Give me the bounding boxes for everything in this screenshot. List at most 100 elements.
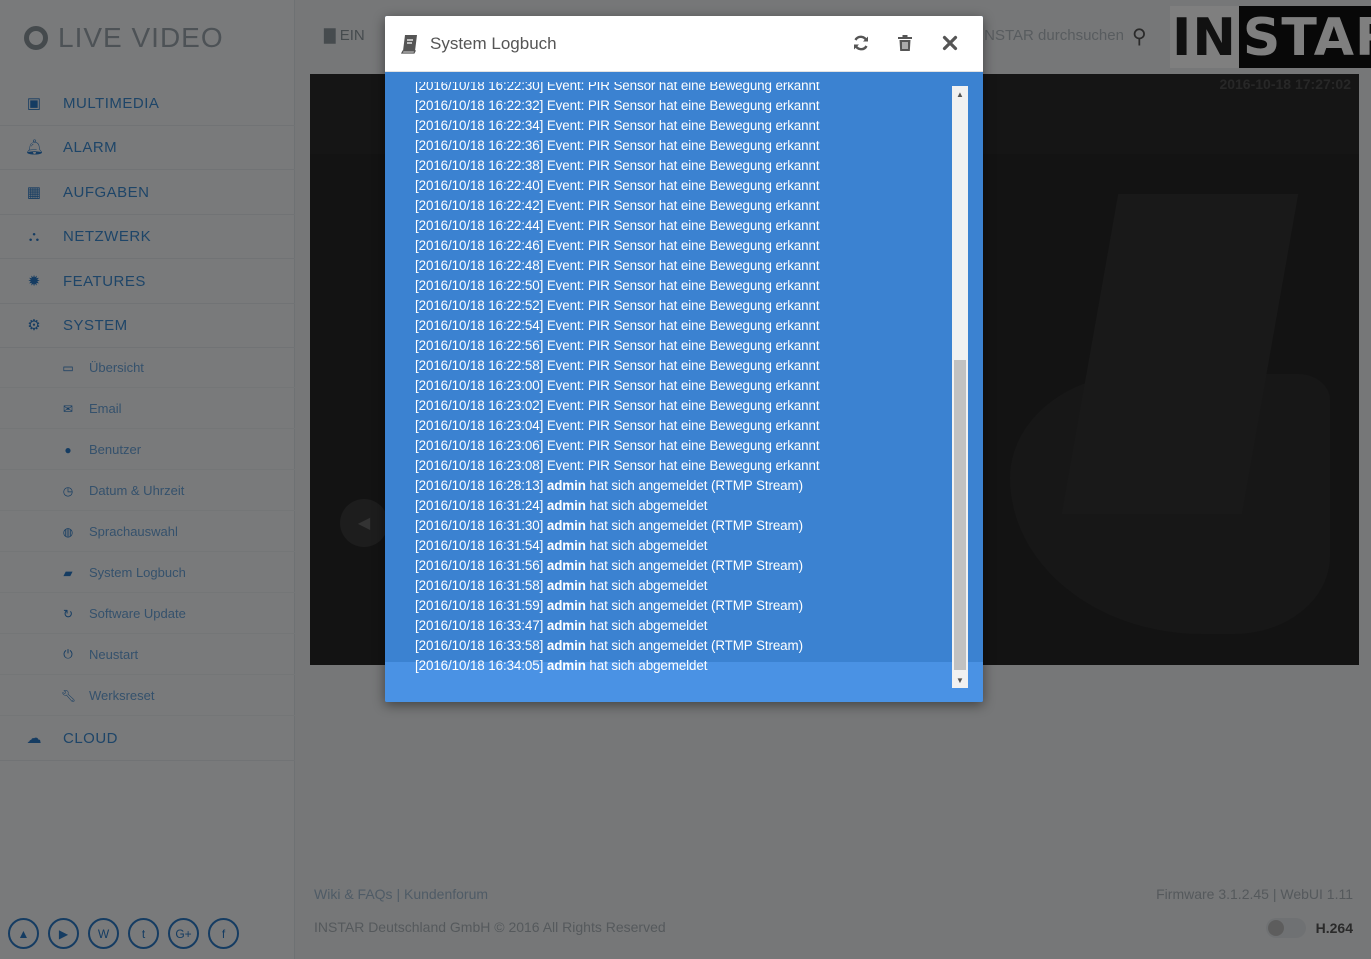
log-entry: [2016/10/18 16:31:56] admin hat sich ang… (415, 556, 819, 576)
log-entry: [2016/10/18 16:22:46] Event: PIR Sensor … (415, 236, 820, 256)
log-entry: [2016/10/18 16:31:54] admin hat sich abg… (415, 536, 819, 556)
log-message: Event: PIR Sensor hat eine Bewegung erka… (546, 418, 820, 433)
log-timestamp: [2016/10/18 16:22:52] (415, 298, 544, 313)
log-message: Event: PIR Sensor hat eine Bewegung erka… (546, 318, 820, 333)
log-entry: [2016/10/18 16:23:00] Event: PIR Sensor … (415, 376, 820, 396)
scroll-up-icon[interactable]: ▲ (952, 86, 968, 102)
log-message: Event: PIR Sensor hat eine Bewegung erka… (546, 82, 820, 93)
delete-button[interactable] (892, 30, 918, 56)
log-entry: [2016/10/18 16:22:34] Event: PIR Sensor … (415, 116, 820, 136)
log-message: hat sich abgemeldet (589, 658, 708, 673)
log-entry: [2016/10/18 16:22:58] Event: PIR Sensor … (415, 356, 820, 376)
log-timestamp: [2016/10/18 16:23:04] (415, 418, 544, 433)
log-message: Event: PIR Sensor hat eine Bewegung erka… (546, 358, 820, 373)
log-timestamp: [2016/10/18 16:33:58] (415, 638, 544, 653)
log-timestamp: [2016/10/18 16:22:56] (415, 338, 544, 353)
log-user: admin (546, 478, 586, 493)
log-message: Event: PIR Sensor hat eine Bewegung erka… (546, 138, 820, 153)
log-user: admin (546, 658, 586, 673)
log-user: admin (546, 518, 586, 533)
log-user: admin (546, 638, 586, 653)
refresh-button[interactable] (848, 30, 874, 56)
log-timestamp: [2016/10/18 16:22:34] (415, 118, 544, 133)
log-user: admin (546, 498, 586, 513)
log-timestamp: [2016/10/18 16:23:08] (415, 458, 544, 473)
log-entry: [2016/10/18 16:34:05] admin hat sich abg… (415, 656, 819, 676)
log-timestamp: [2016/10/18 16:22:48] (415, 258, 544, 273)
log-user: admin (546, 538, 586, 553)
log-timestamp: [2016/10/18 16:28:13] (415, 478, 544, 493)
log-scrollbar[interactable]: ▲ ▼ (952, 86, 968, 688)
log-entry: [2016/10/18 16:22:42] Event: PIR Sensor … (415, 196, 820, 216)
log-timestamp: [2016/10/18 16:22:46] (415, 238, 544, 253)
log-timestamp: [2016/10/18 16:22:42] (415, 198, 544, 213)
log-content: [2016/10/18 16:22:30] Event: PIR Sensor … (415, 82, 820, 676)
log-timestamp: [2016/10/18 16:22:40] (415, 178, 544, 193)
log-message: hat sich angemeldet (RTMP Stream) (589, 558, 803, 573)
log-entry: [2016/10/18 16:22:36] Event: PIR Sensor … (415, 136, 820, 156)
log-user: admin (546, 598, 586, 613)
log-message: Event: PIR Sensor hat eine Bewegung erka… (546, 458, 820, 473)
log-timestamp: [2016/10/18 16:22:54] (415, 318, 544, 333)
log-timestamp: [2016/10/18 16:31:59] (415, 598, 544, 613)
book-icon (401, 35, 417, 54)
log-timestamp: [2016/10/18 16:22:36] (415, 138, 544, 153)
refresh-icon (854, 35, 868, 51)
modal-title: System Logbuch (430, 34, 557, 53)
log-entry: [2016/10/18 16:23:02] Event: PIR Sensor … (415, 396, 820, 416)
log-message: hat sich abgemeldet (589, 578, 708, 593)
log-entry: [2016/10/18 16:28:13] admin hat sich ang… (415, 476, 819, 496)
log-message: Event: PIR Sensor hat eine Bewegung erka… (546, 438, 820, 453)
modal-body: [2016/10/18 16:22:30] Event: PIR Sensor … (385, 72, 983, 702)
log-timestamp: [2016/10/18 16:31:58] (415, 578, 544, 593)
log-message: Event: PIR Sensor hat eine Bewegung erka… (546, 258, 820, 273)
log-entry: [2016/10/18 16:31:24] admin hat sich abg… (415, 496, 819, 516)
log-message: Event: PIR Sensor hat eine Bewegung erka… (546, 238, 820, 253)
log-message: Event: PIR Sensor hat eine Bewegung erka… (546, 118, 820, 133)
log-timestamp: [2016/10/18 16:22:32] (415, 98, 544, 113)
log-entry: [2016/10/18 16:22:48] Event: PIR Sensor … (415, 256, 820, 276)
log-entry: [2016/10/18 16:31:59] admin hat sich ang… (415, 596, 819, 616)
log-entry: [2016/10/18 16:22:44] Event: PIR Sensor … (415, 216, 820, 236)
log-entry: [2016/10/18 16:23:08] Event: PIR Sensor … (415, 456, 820, 476)
trash-icon (898, 35, 912, 51)
log-entry: [2016/10/18 16:22:38] Event: PIR Sensor … (415, 156, 820, 176)
modal-header: System Logbuch (385, 16, 983, 72)
log-entry: [2016/10/18 16:22:50] Event: PIR Sensor … (415, 276, 820, 296)
log-timestamp: [2016/10/18 16:22:38] (415, 158, 544, 173)
log-message: Event: PIR Sensor hat eine Bewegung erka… (546, 378, 820, 393)
log-message: Event: PIR Sensor hat eine Bewegung erka… (546, 178, 820, 193)
log-entry: [2016/10/18 16:31:58] admin hat sich abg… (415, 576, 819, 596)
scrollbar-thumb[interactable] (954, 360, 966, 670)
log-entry: [2016/10/18 16:23:04] Event: PIR Sensor … (415, 416, 820, 436)
log-entry: [2016/10/18 16:33:58] admin hat sich ang… (415, 636, 819, 656)
log-entry: [2016/10/18 16:31:30] admin hat sich ang… (415, 516, 819, 536)
log-user: admin (546, 558, 586, 573)
log-timestamp: [2016/10/18 16:34:05] (415, 658, 544, 673)
log-timestamp: [2016/10/18 16:33:47] (415, 618, 544, 633)
log-message: Event: PIR Sensor hat eine Bewegung erka… (546, 98, 820, 113)
log-timestamp: [2016/10/18 16:22:44] (415, 218, 544, 233)
close-button[interactable] (937, 30, 963, 56)
log-timestamp: [2016/10/18 16:31:56] (415, 558, 544, 573)
log-timestamp: [2016/10/18 16:22:58] (415, 358, 544, 373)
log-message: hat sich angemeldet (RTMP Stream) (589, 598, 803, 613)
log-message: hat sich abgemeldet (589, 498, 708, 513)
log-timestamp: [2016/10/18 16:22:50] (415, 278, 544, 293)
log-entry: [2016/10/18 16:33:47] admin hat sich abg… (415, 616, 819, 636)
log-message: hat sich angemeldet (RTMP Stream) (589, 478, 803, 493)
log-timestamp: [2016/10/18 16:31:54] (415, 538, 544, 553)
log-list[interactable]: [2016/10/18 16:22:30] Event: PIR Sensor … (415, 82, 945, 690)
log-entry: [2016/10/18 16:23:06] Event: PIR Sensor … (415, 436, 820, 456)
log-message: Event: PIR Sensor hat eine Bewegung erka… (546, 398, 820, 413)
log-message: hat sich angemeldet (RTMP Stream) (589, 518, 803, 533)
scroll-down-icon[interactable]: ▼ (952, 672, 968, 688)
log-entry: [2016/10/18 16:22:54] Event: PIR Sensor … (415, 316, 820, 336)
close-icon (942, 35, 958, 51)
log-timestamp: [2016/10/18 16:31:24] (415, 498, 544, 513)
log-message: hat sich abgemeldet (589, 538, 708, 553)
log-timestamp: [2016/10/18 16:23:02] (415, 398, 544, 413)
log-message: Event: PIR Sensor hat eine Bewegung erka… (546, 338, 820, 353)
log-entry: [2016/10/18 16:22:40] Event: PIR Sensor … (415, 176, 820, 196)
log-message: Event: PIR Sensor hat eine Bewegung erka… (546, 218, 820, 233)
